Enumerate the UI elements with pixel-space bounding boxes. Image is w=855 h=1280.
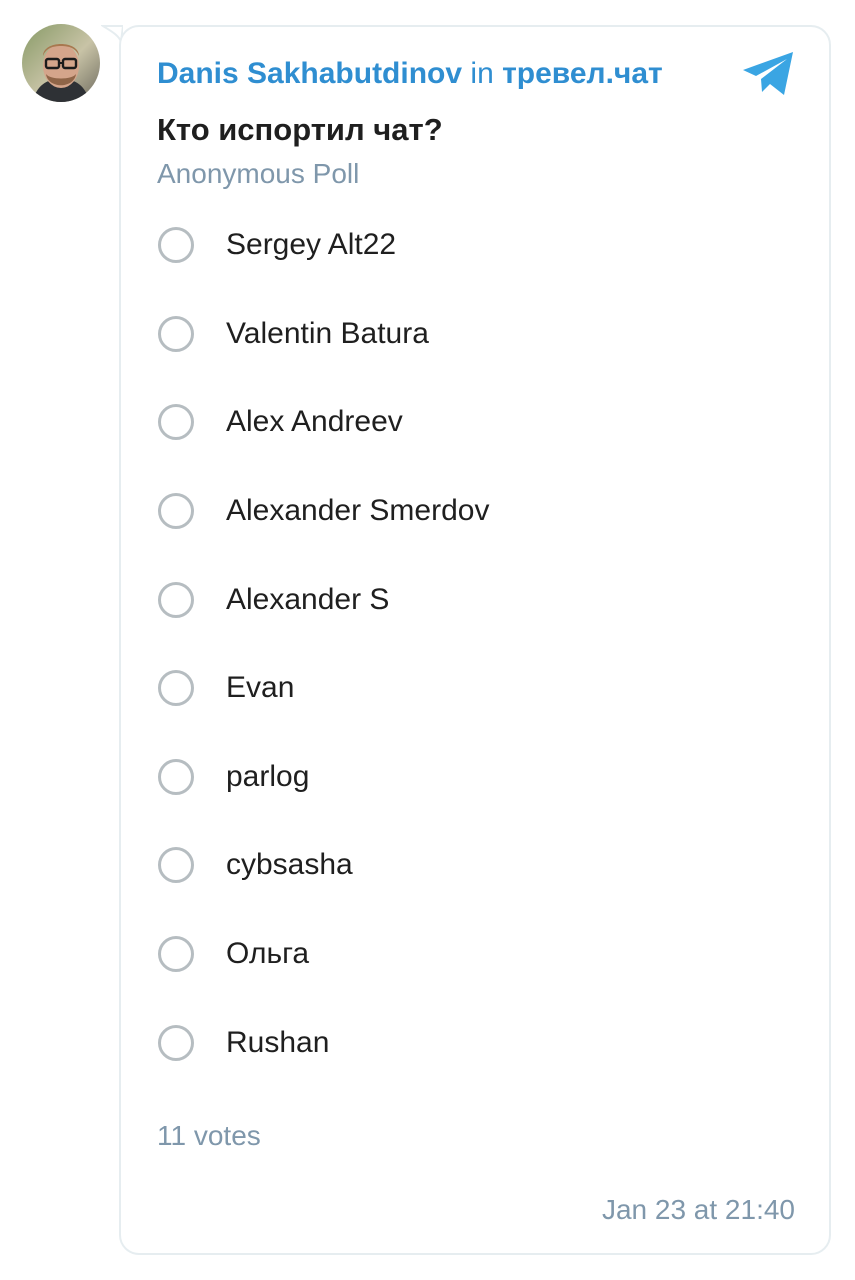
poll-option[interactable]: Evan <box>157 644 797 733</box>
radio-button[interactable] <box>158 758 194 795</box>
poll-option[interactable]: Valentin Batura <box>157 290 797 379</box>
poll-option-label: cybsasha <box>226 848 353 882</box>
radio-button[interactable] <box>158 404 194 441</box>
radio-button[interactable] <box>158 847 194 884</box>
radio-button[interactable] <box>158 315 194 352</box>
radio-button[interactable] <box>158 493 194 530</box>
author-name[interactable]: Danis Sakhabutdinov <box>157 57 462 90</box>
poll-option-label: Valentin Batura <box>226 316 429 350</box>
chat-name[interactable]: тревел.чат <box>502 57 663 90</box>
poll-question: Кто испортил чат? <box>157 112 443 147</box>
message-header: Danis Sakhabutdinov in тревел.чат <box>157 52 663 96</box>
poll-option[interactable]: Rushan <box>157 998 797 1087</box>
poll-option-label: Sergey Alt22 <box>226 228 397 262</box>
poll-options: Sergey Alt22 Valentin Batura Alex Andree… <box>157 201 797 1087</box>
poll-option-label: Alexander S <box>226 582 390 616</box>
poll-option[interactable]: parlog <box>157 733 797 822</box>
poll-option[interactable]: Sergey Alt22 <box>157 201 797 290</box>
poll-option-label: Rushan <box>226 1025 330 1059</box>
poll-option[interactable]: cybsasha <box>157 821 797 910</box>
poll-option-label: parlog <box>226 759 310 793</box>
avatar[interactable] <box>22 24 100 102</box>
poll-option[interactable]: Alexander Smerdov <box>157 467 797 556</box>
radio-button[interactable] <box>158 670 194 707</box>
votes-count: 11 votes <box>157 1120 261 1151</box>
radio-button[interactable] <box>158 1024 194 1061</box>
poll-option-label: Ольга <box>226 937 310 971</box>
poll-option[interactable]: Alexander S <box>157 555 797 644</box>
telegram-paper-plane-icon[interactable] <box>740 50 796 98</box>
poll-option[interactable]: Alex Andreev <box>157 378 797 467</box>
radio-button[interactable] <box>158 227 194 264</box>
poll-type-label: Anonymous Poll <box>157 158 360 189</box>
message-timestamp: Jan 23 at 21:40 <box>601 1194 795 1225</box>
poll-option-label: Evan <box>226 671 295 705</box>
poll-option[interactable]: Ольга <box>157 910 797 999</box>
in-label: in <box>470 57 494 90</box>
poll-option-label: Alex Andreev <box>226 405 403 439</box>
poll-option-label: Alexander Smerdov <box>226 494 490 528</box>
radio-button[interactable] <box>158 581 194 618</box>
radio-button[interactable] <box>158 936 194 973</box>
